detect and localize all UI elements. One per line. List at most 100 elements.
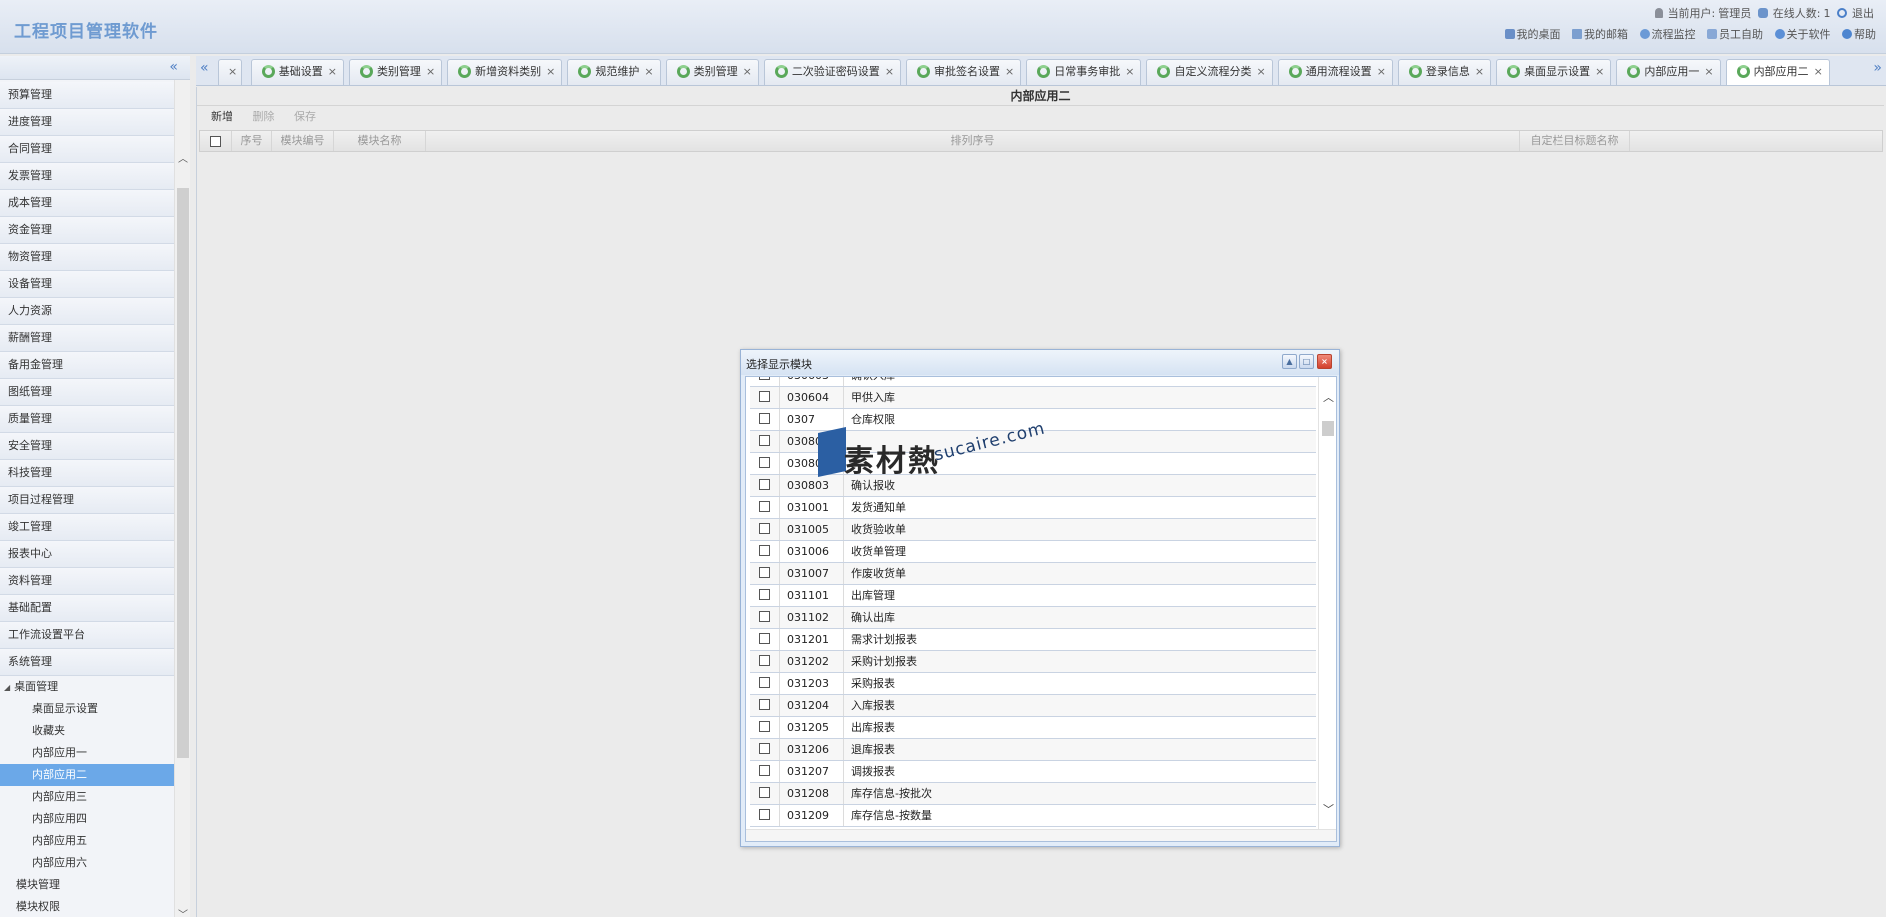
- sidebar-menu-item[interactable]: 薪酬管理: [0, 325, 174, 352]
- maximize-icon[interactable]: □: [1299, 354, 1314, 369]
- scroll-up-icon[interactable]: ︿: [178, 150, 188, 165]
- close-icon[interactable]: ×: [743, 60, 752, 84]
- tab-item[interactable]: 类别管理 ×: [665, 59, 759, 85]
- row-checkbox[interactable]: [759, 787, 770, 798]
- tab-item[interactable]: 桌面显示设置 ×: [1496, 59, 1612, 85]
- dialog-titlebar[interactable]: 选择显示模块 ▲ □ ×: [741, 350, 1339, 375]
- flow-monitor-link[interactable]: 流程监控: [1639, 26, 1696, 42]
- sidebar-menu-item[interactable]: 工作流设置平台: [0, 622, 174, 649]
- close-icon[interactable]: ×: [1377, 60, 1386, 84]
- row-check-cell[interactable]: [750, 717, 780, 738]
- tab-item[interactable]: 审批签名设置 ×: [906, 59, 1022, 85]
- list-row[interactable]: 031005 收货验收单: [750, 519, 1316, 541]
- select-all-checkbox[interactable]: [210, 135, 221, 147]
- tab-item[interactable]: 二次验证密码设置 ×: [763, 59, 902, 85]
- scrollbar-thumb[interactable]: [1322, 421, 1334, 436]
- column-header-custom-title[interactable]: 自定栏目标题名称: [1520, 131, 1630, 151]
- list-row[interactable]: 03080: [750, 453, 1316, 475]
- row-check-cell[interactable]: [750, 475, 780, 496]
- row-checkbox[interactable]: [759, 655, 770, 666]
- row-checkbox[interactable]: [759, 435, 770, 446]
- tab-item[interactable]: 新增资料类别 ×: [447, 59, 563, 85]
- row-checkbox[interactable]: [759, 611, 770, 622]
- row-checkbox[interactable]: [759, 633, 770, 644]
- close-icon[interactable]: ×: [1595, 60, 1604, 84]
- list-row[interactable]: 031201 需求计划报表: [750, 629, 1316, 651]
- row-checkbox[interactable]: [759, 523, 770, 534]
- row-checkbox[interactable]: [759, 721, 770, 732]
- tab-hidden-stub[interactable]: ×: [218, 59, 243, 85]
- tab-item[interactable]: 登录信息 ×: [1397, 59, 1492, 85]
- tree-item[interactable]: 内部应用六: [0, 852, 174, 874]
- tab-scroll-left-icon[interactable]: «: [200, 60, 209, 76]
- sidebar-scrollbar[interactable]: ︿ ﹀: [174, 80, 190, 917]
- list-row[interactable]: 031206 退库报表: [750, 739, 1316, 761]
- row-check-cell[interactable]: [750, 607, 780, 628]
- minimize-icon[interactable]: ▲: [1282, 354, 1297, 369]
- tab-item[interactable]: 类别管理 ×: [348, 59, 443, 85]
- sidebar-menu-item[interactable]: 物资管理: [0, 244, 174, 271]
- add-button[interactable]: 新增: [203, 106, 241, 127]
- close-icon[interactable]: ×: [1814, 60, 1823, 84]
- tab-item[interactable]: 通用流程设置 ×: [1277, 59, 1393, 85]
- row-check-cell[interactable]: [750, 519, 780, 540]
- sidebar-menu-item[interactable]: 竣工管理: [0, 514, 174, 541]
- tree-item[interactable]: 桌面显示设置: [0, 698, 174, 720]
- row-check-cell[interactable]: [750, 453, 780, 474]
- list-row[interactable]: 031203 采购报表: [750, 673, 1316, 695]
- tree-item[interactable]: 模块权限: [0, 896, 174, 917]
- tab-item[interactable]: 日常事务审批 ×: [1026, 59, 1142, 85]
- row-checkbox[interactable]: [759, 765, 770, 776]
- list-row[interactable]: 030803 确认报收: [750, 475, 1316, 497]
- row-checkbox[interactable]: [759, 545, 770, 556]
- close-icon[interactable]: ×: [1256, 60, 1265, 84]
- sidebar-menu-item[interactable]: 人力资源: [0, 298, 174, 325]
- list-row[interactable]: 030604 甲供入库: [750, 387, 1316, 409]
- row-checkbox[interactable]: [759, 501, 770, 512]
- row-checkbox[interactable]: [759, 677, 770, 688]
- dialog-horizontal-scrollbar[interactable]: [746, 829, 1336, 841]
- tab-scroll-right-icon[interactable]: »: [1873, 60, 1882, 76]
- list-row[interactable]: 031007 作废收货单: [750, 563, 1316, 585]
- collapse-sidebar-icon[interactable]: «: [169, 59, 178, 75]
- tab-item[interactable]: 内部应用一 ×: [1616, 59, 1721, 85]
- row-check-cell[interactable]: [750, 695, 780, 716]
- column-header-module-code[interactable]: 模块编号: [272, 131, 334, 151]
- row-check-cell[interactable]: [750, 761, 780, 782]
- row-check-cell[interactable]: [750, 387, 780, 408]
- close-icon[interactable]: ×: [1475, 60, 1484, 84]
- close-icon[interactable]: ×: [1704, 60, 1713, 84]
- row-check-cell[interactable]: [750, 739, 780, 760]
- row-check-cell[interactable]: [750, 497, 780, 518]
- dialog-scrollbar[interactable]: ︿ ﹀: [1318, 377, 1336, 829]
- sidebar-menu-item[interactable]: 质量管理: [0, 406, 174, 433]
- row-check-cell[interactable]: [750, 783, 780, 804]
- row-check-cell[interactable]: [750, 673, 780, 694]
- expand-arrow-icon[interactable]: ◢: [4, 677, 10, 699]
- close-icon[interactable]: ×: [546, 60, 555, 84]
- column-header-module-name[interactable]: 模块名称: [334, 131, 426, 151]
- tab-item[interactable]: 内部应用二 ×: [1725, 59, 1830, 85]
- tree-node-desktop-management[interactable]: ◢ 桌面管理: [0, 676, 174, 698]
- row-check-cell[interactable]: [750, 805, 780, 826]
- column-header-sort-order[interactable]: 排列序号: [426, 131, 1520, 151]
- sidebar-menu-item[interactable]: 基础配置: [0, 595, 174, 622]
- close-icon[interactable]: ×: [426, 60, 435, 84]
- row-check-cell[interactable]: [750, 651, 780, 672]
- list-row[interactable]: 031207 调拨报表: [750, 761, 1316, 783]
- tree-item[interactable]: 内部应用三: [0, 786, 174, 808]
- tab-item[interactable]: 规范维护 ×: [567, 59, 661, 85]
- tree-item[interactable]: 内部应用四: [0, 808, 174, 830]
- list-row[interactable]: 031101 出库管理: [750, 585, 1316, 607]
- list-row[interactable]: 031001 发货通知单: [750, 497, 1316, 519]
- scroll-up-icon[interactable]: ︿: [1323, 389, 1334, 405]
- list-row[interactable]: 031205 出库报表: [750, 717, 1316, 739]
- sidebar-menu-item[interactable]: 资料管理: [0, 568, 174, 595]
- row-checkbox[interactable]: [759, 567, 770, 578]
- scroll-down-icon[interactable]: ﹀: [1323, 801, 1334, 817]
- sidebar-menu-item[interactable]: 项目过程管理: [0, 487, 174, 514]
- row-checkbox[interactable]: [759, 377, 770, 380]
- help-link[interactable]: 帮助: [1842, 26, 1876, 42]
- row-checkbox[interactable]: [759, 457, 770, 468]
- list-row[interactable]: 031204 入库报表: [750, 695, 1316, 717]
